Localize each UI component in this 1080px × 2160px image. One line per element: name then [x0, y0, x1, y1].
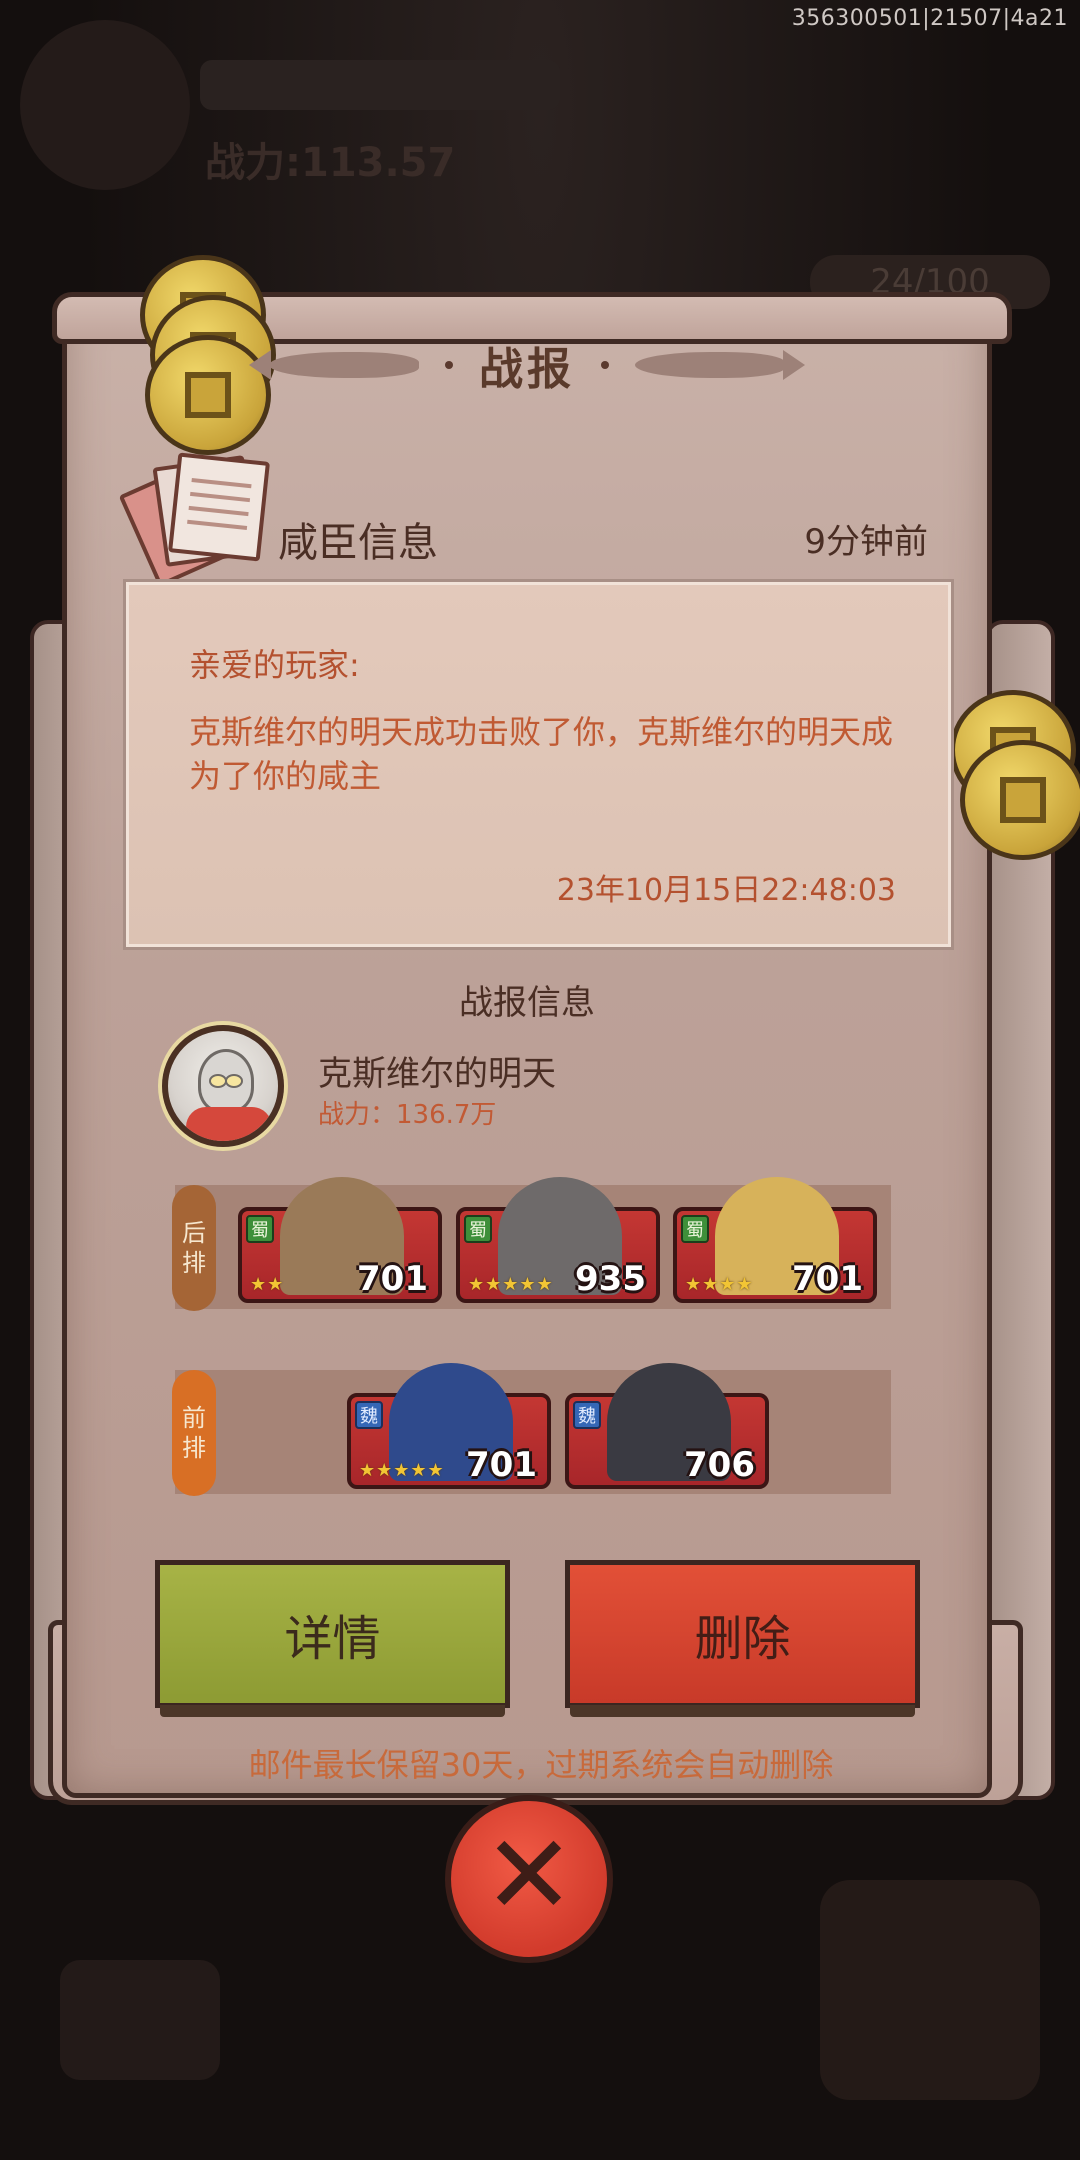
enemy-avatar[interactable]	[162, 1025, 284, 1147]
bg-bottom-button	[60, 1960, 220, 2080]
enemy-power: 战力：136.7万	[318, 1100, 497, 1130]
bg-bottom-widget	[820, 1880, 1040, 2100]
coin-icon	[960, 740, 1080, 860]
hero-stars: ★★	[250, 1274, 285, 1295]
back-row-label: 后排	[172, 1185, 216, 1311]
mail-subject: 咸臣信息	[278, 520, 438, 566]
close-button[interactable]: ✕	[445, 1795, 613, 1963]
hero-stars: ★★★★	[685, 1274, 754, 1295]
hero-card[interactable]: 蜀 ★★★★★ 935	[456, 1177, 660, 1303]
fish-decoration-icon	[249, 350, 419, 380]
faction-badge: 蜀	[246, 1215, 274, 1243]
hero-level: 701	[466, 1445, 537, 1485]
title-dot	[601, 361, 609, 369]
mail-date: 23年10月15日22:48:03	[556, 873, 896, 908]
faction-badge: 蜀	[681, 1215, 709, 1243]
dialog-title-row: 战报	[62, 330, 992, 400]
bg-avatar	[20, 20, 190, 190]
mail-content-box: 亲爱的玩家: 克斯维尔的明天成功击败了你，克斯维尔的明天成为了你的咸主 23年1…	[126, 582, 951, 947]
title-dot	[445, 361, 453, 369]
mail-body: 克斯维尔的明天成功击败了你，克斯维尔的明天成为了你的咸主	[189, 713, 894, 795]
bg-power-text: 战力:113.57	[205, 140, 456, 186]
enemy-name: 克斯维尔的明天	[318, 1054, 556, 1094]
hero-level: 701	[357, 1259, 428, 1299]
front-row-label: 前排	[172, 1370, 216, 1496]
faction-badge: 魏	[573, 1401, 601, 1429]
mail-time: 9分钟前	[804, 522, 928, 562]
dialog-title: 战报	[479, 344, 575, 395]
detail-button[interactable]: 详情	[155, 1560, 510, 1717]
faction-badge: 魏	[355, 1401, 383, 1429]
hero-card[interactable]: 魏 ★★★★★ 701	[347, 1363, 551, 1489]
faction-badge: 蜀	[464, 1215, 492, 1243]
mail-icon	[118, 452, 270, 588]
hero-card[interactable]: 蜀 ★★ 701	[238, 1177, 442, 1303]
hero-level: 701	[792, 1259, 863, 1299]
build-id-label: 356300501|21507|4a21	[791, 6, 1068, 31]
retention-note: 邮件最长保留30天，过期系统会自动删除	[248, 1746, 834, 1784]
bg-name-plate	[200, 60, 560, 110]
hero-card[interactable]: 蜀 ★★★★ 701	[673, 1177, 877, 1303]
close-x-icon: ✕	[482, 1811, 576, 1939]
hero-level: 935	[575, 1259, 646, 1299]
hero-level: 706	[684, 1445, 755, 1485]
hero-stars: ★★★★★	[468, 1274, 554, 1295]
hero-card[interactable]: 魏 706	[565, 1363, 769, 1489]
delete-button[interactable]: 删除	[565, 1560, 920, 1717]
hero-stars: ★★★★★	[359, 1460, 445, 1481]
mail-greeting: 亲爱的玩家:	[189, 646, 360, 684]
report-heading: 战报信息	[459, 983, 595, 1023]
fish-decoration-icon	[635, 350, 805, 380]
